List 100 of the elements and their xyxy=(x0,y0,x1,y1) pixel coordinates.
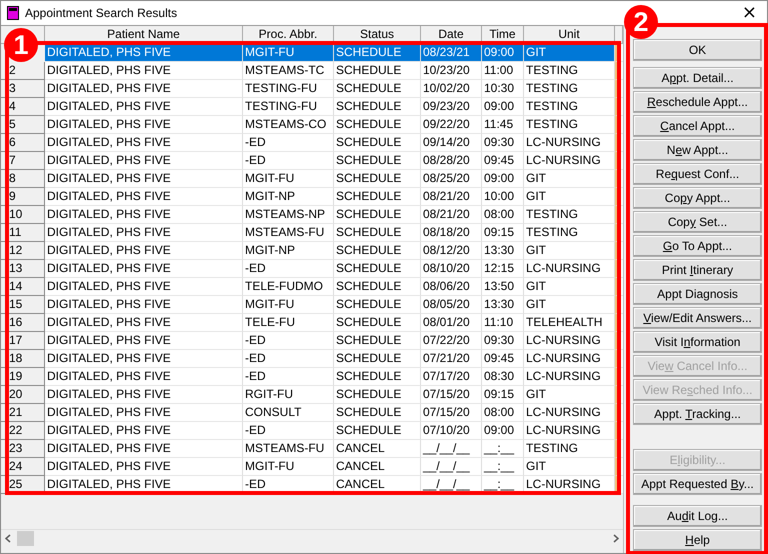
row-number: 12 xyxy=(1,242,45,260)
table-cell: DIGITALED, PHS FIVE xyxy=(45,422,243,440)
table-cell: GIT xyxy=(524,44,615,62)
action-button[interactable]: Appt Diagnosis xyxy=(633,283,762,305)
scrollbar-thumb[interactable] xyxy=(17,531,34,546)
action-button[interactable]: Copy Set... xyxy=(633,211,762,233)
close-button[interactable]: × xyxy=(738,4,761,22)
table-cell: SCHEDULE xyxy=(334,278,421,296)
action-button[interactable]: Go To Appt... xyxy=(633,235,762,257)
table-cell: DIGITALED, PHS FIVE xyxy=(45,314,243,332)
table-cell: LC-NURSING xyxy=(524,422,615,440)
action-button[interactable]: Help xyxy=(633,529,762,551)
row-number: 15 xyxy=(1,296,45,314)
table-cell: DIGITALED, PHS FIVE xyxy=(45,152,243,170)
table-cell: 09:00 xyxy=(482,44,524,62)
table-cell: GIT xyxy=(524,458,615,476)
action-button[interactable]: Appt Requested By... xyxy=(633,473,762,495)
table-cell: 07/21/20 xyxy=(421,350,482,368)
action-button[interactable]: Audit Log... xyxy=(633,505,762,527)
row-number: 19 xyxy=(1,368,45,386)
table-cell: SCHEDULE xyxy=(334,152,421,170)
table-cell: TESTING-FU xyxy=(243,98,334,116)
table-cell: 09:15 xyxy=(482,386,524,404)
table-cell: 09:00 xyxy=(482,422,524,440)
action-button[interactable]: Request Conf... xyxy=(633,163,762,185)
action-button[interactable]: Reschedule Appt... xyxy=(633,91,762,113)
table-cell: SCHEDULE xyxy=(334,332,421,350)
table-cell: 10:30 xyxy=(482,80,524,98)
table-cell: 13:30 xyxy=(482,296,524,314)
action-button[interactable]: New Appt... xyxy=(633,139,762,161)
table-cell: DIGITALED, PHS FIVE xyxy=(45,440,243,458)
app-icon xyxy=(7,6,19,20)
table-cell: LC-NURSING xyxy=(524,332,615,350)
table-cell: 07/15/20 xyxy=(421,386,482,404)
table-cell: -ED xyxy=(243,350,334,368)
table-cell: MGIT-FU xyxy=(243,296,334,314)
table-cell: DIGITALED, PHS FIVE xyxy=(45,116,243,134)
scroll-left-icon[interactable] xyxy=(5,534,11,543)
table-cell: -ED xyxy=(243,368,334,386)
row-number: 23 xyxy=(1,440,45,458)
row-number: 18 xyxy=(1,350,45,368)
table-cell: LC-NURSING xyxy=(524,152,615,170)
table-cell: 11:45 xyxy=(482,116,524,134)
table-cell: SCHEDULE xyxy=(334,260,421,278)
table-cell: DIGITALED, PHS FIVE xyxy=(45,260,243,278)
table-cell: 09:00 xyxy=(482,170,524,188)
table-cell: -ED xyxy=(243,422,334,440)
table-cell: DIGITALED, PHS FIVE xyxy=(45,98,243,116)
scroll-right-icon[interactable] xyxy=(613,534,619,543)
table-cell: DIGITALED, PHS FIVE xyxy=(45,242,243,260)
table-cell: LC-NURSING xyxy=(524,350,615,368)
table-cell: TESTING-FU xyxy=(243,80,334,98)
row-number: 4 xyxy=(1,98,45,116)
table-cell: 11:10 xyxy=(482,314,524,332)
table-cell: DIGITALED, PHS FIVE xyxy=(45,458,243,476)
action-button[interactable]: Appt. Tracking... xyxy=(633,403,762,425)
table-cell: DIGITALED, PHS FIVE xyxy=(45,44,243,62)
table-cell: CANCEL xyxy=(334,458,421,476)
action-button[interactable]: Visit Information xyxy=(633,331,762,353)
table-cell: 08:00 xyxy=(482,206,524,224)
action-button[interactable]: View/Edit Answers... xyxy=(633,307,762,329)
action-button[interactable]: Appt. Detail... xyxy=(633,67,762,89)
table-cell: -ED xyxy=(243,134,334,152)
table-cell: 09:15 xyxy=(482,224,524,242)
table-cell: TESTING xyxy=(524,440,615,458)
table-cell: CANCEL xyxy=(334,440,421,458)
table-cell: TESTING xyxy=(524,224,615,242)
row-number: 10 xyxy=(1,206,45,224)
table-cell: SCHEDULE xyxy=(334,134,421,152)
table-cell: DIGITALED, PHS FIVE xyxy=(45,134,243,152)
row-number: 13 xyxy=(1,260,45,278)
action-button[interactable]: Copy Appt... xyxy=(633,187,762,209)
table-cell: 08/10/20 xyxy=(421,260,482,278)
horizontal-scrollbar[interactable] xyxy=(1,529,623,547)
table-cell: 12:15 xyxy=(482,260,524,278)
table-cell: 09/14/20 xyxy=(421,134,482,152)
table-cell: SCHEDULE xyxy=(334,224,421,242)
table-cell: TESTING xyxy=(524,116,615,134)
action-button[interactable]: OK xyxy=(633,39,762,61)
table-cell: DIGITALED, PHS FIVE xyxy=(45,278,243,296)
table-cell: 08/28/20 xyxy=(421,152,482,170)
table-cell: 13:30 xyxy=(482,242,524,260)
table-cell: DIGITALED, PHS FIVE xyxy=(45,188,243,206)
table-cell: DIGITALED, PHS FIVE xyxy=(45,206,243,224)
table-cell: 09:00 xyxy=(482,98,524,116)
table-cell: DIGITALED, PHS FIVE xyxy=(45,386,243,404)
table-cell: 08/18/20 xyxy=(421,224,482,242)
table-cell: 08/21/20 xyxy=(421,206,482,224)
table-cell: 08:30 xyxy=(482,368,524,386)
action-button[interactable]: Cancel Appt... xyxy=(633,115,762,137)
table-cell: 09:45 xyxy=(482,350,524,368)
row-number: 24 xyxy=(1,458,45,476)
row-number: 8 xyxy=(1,170,45,188)
table-cell: SCHEDULE xyxy=(334,80,421,98)
table-cell: DIGITALED, PHS FIVE xyxy=(45,80,243,98)
action-button[interactable]: Print Itinerary xyxy=(633,259,762,281)
table-cell: 10/23/20 xyxy=(421,62,482,80)
table-cell: RGIT-FU xyxy=(243,386,334,404)
table-cell: LC-NURSING xyxy=(524,368,615,386)
table-cell: 07/17/20 xyxy=(421,368,482,386)
